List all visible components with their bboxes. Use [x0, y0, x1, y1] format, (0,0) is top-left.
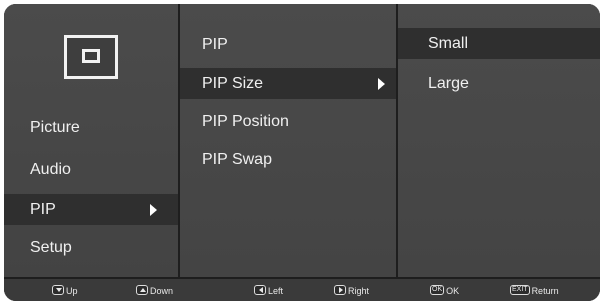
pip-icon: [64, 35, 118, 79]
main-menu-item-label: Audio: [30, 161, 71, 178]
hint-label: Down: [150, 286, 174, 296]
submenu-item-label: PIP Position: [202, 113, 289, 130]
main-menu-item-picture[interactable]: Picture: [4, 112, 178, 143]
main-menu-item-setup[interactable]: Setup: [4, 232, 178, 263]
key-hint-bar: Up Down Left Right OK OK EXIT Return: [4, 277, 600, 301]
ok-key-icon: OK: [430, 285, 445, 295]
right-key-icon: [334, 285, 346, 295]
submenu-item-label: PIP: [202, 36, 228, 53]
submenu-item-label: PIP Size: [202, 75, 264, 92]
submenu-item-pip[interactable]: PIP: [180, 29, 396, 60]
up-key-icon: [136, 285, 148, 295]
main-menu-item-label: Picture: [30, 119, 80, 136]
submenu-item-pip-size[interactable]: PIP Size: [180, 68, 396, 99]
hint-up: Up: [52, 284, 78, 298]
submenu-item-label: PIP Swap: [202, 151, 272, 168]
main-menu-item-pip[interactable]: PIP: [4, 194, 178, 225]
submenu-item-pip-swap[interactable]: PIP Swap: [180, 144, 396, 175]
hint-label: Return: [531, 286, 559, 296]
exit-key-icon: EXIT: [510, 285, 530, 295]
hint-right: Right: [334, 284, 369, 298]
main-menu-panel: Picture Audio PIP Setup: [4, 4, 178, 277]
hint-return: EXIT Return: [510, 284, 559, 298]
option-large[interactable]: Large: [398, 68, 600, 99]
hint-label: Left: [268, 286, 284, 296]
chevron-right-icon: [378, 78, 385, 90]
left-key-icon: [254, 285, 266, 295]
pip-submenu-panel: PIP PIP Size PIP Position PIP Swap: [180, 4, 396, 277]
hint-label: Up: [66, 286, 78, 296]
hint-ok: OK OK: [430, 284, 459, 298]
hint-left: Left: [254, 284, 283, 298]
main-menu-item-label: Setup: [30, 239, 72, 256]
hint-label: OK: [446, 286, 460, 296]
hint-down: Down: [136, 284, 173, 298]
option-small[interactable]: Small: [398, 28, 600, 59]
down-key-icon: [52, 285, 64, 295]
option-label: Small: [428, 35, 469, 52]
pip-size-options-panel: Small Large: [398, 4, 600, 277]
hint-label: Right: [348, 286, 370, 296]
osd-menu: Picture Audio PIP Setup PIP PIP Size PIP…: [4, 4, 600, 301]
option-label: Large: [428, 75, 469, 92]
main-menu-item-label: PIP: [30, 201, 56, 218]
chevron-right-icon: [150, 204, 157, 216]
main-menu-item-audio[interactable]: Audio: [4, 154, 178, 185]
submenu-item-pip-position[interactable]: PIP Position: [180, 106, 396, 137]
